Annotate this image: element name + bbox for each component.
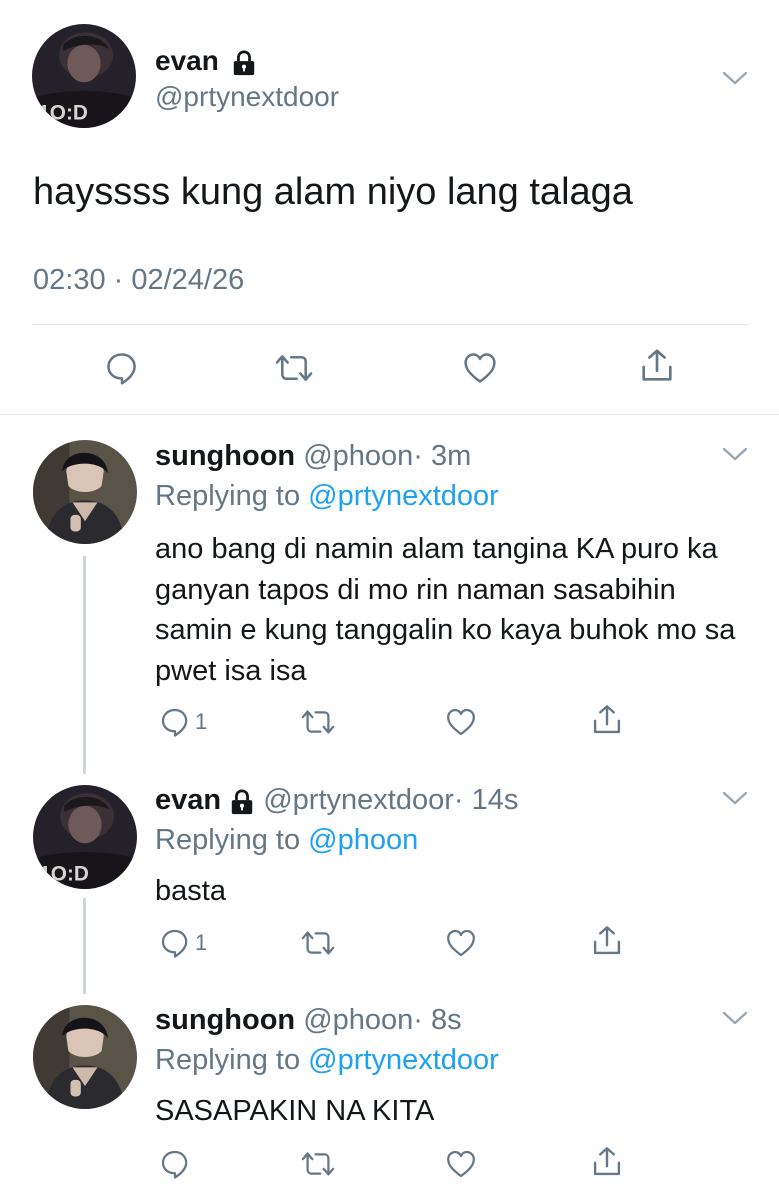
replying-label: Replying to <box>155 1044 301 1076</box>
divider <box>0 414 779 415</box>
reply-author-name[interactable]: sunghoon <box>155 1004 295 1036</box>
reply-button[interactable] <box>104 351 140 385</box>
replying-to-line: Replying to @prtynextdoor <box>155 1042 499 1078</box>
avatar[interactable] <box>33 440 137 544</box>
share-upload-icon <box>638 347 676 385</box>
replying-to-line: Replying to @phoon <box>155 822 418 858</box>
heart-icon <box>444 706 478 738</box>
chevron-down-icon[interactable] <box>722 1010 748 1026</box>
share-button[interactable] <box>590 1145 624 1179</box>
replying-to-link[interactable]: @phoon <box>308 824 418 856</box>
retweet-button[interactable] <box>300 1147 336 1181</box>
retweet-arrows-icon <box>300 706 336 738</box>
retweet-arrows-icon <box>274 350 314 386</box>
reply-author-handle[interactable]: @prtynextdoor <box>263 784 454 816</box>
share-button[interactable] <box>590 703 624 737</box>
retweet-arrows-icon <box>300 1148 336 1180</box>
share-button[interactable] <box>590 924 624 958</box>
like-button[interactable] <box>461 351 499 385</box>
heart-icon <box>461 350 499 386</box>
reply-button[interactable]: 1 <box>159 926 207 960</box>
lock-icon <box>229 788 255 814</box>
avatar[interactable] <box>33 785 137 889</box>
share-button[interactable] <box>638 349 676 383</box>
reply-author-handle[interactable]: @phoon <box>303 440 413 472</box>
author-handle[interactable]: @prtynextdoor <box>155 80 339 114</box>
heart-icon <box>444 1148 478 1180</box>
speech-bubble-icon <box>104 350 140 386</box>
speech-bubble-icon <box>159 927 191 959</box>
like-button[interactable] <box>444 1147 478 1181</box>
author-name-row: evan <box>155 44 257 78</box>
lock-icon <box>231 50 257 76</box>
thread-line <box>83 556 86 774</box>
reply-text: SASAPAKIN NA KITA <box>155 1095 435 1127</box>
share-upload-icon <box>590 924 624 958</box>
replying-to-line: Replying to @prtynextdoor <box>155 478 499 514</box>
retweet-button[interactable] <box>300 705 336 739</box>
reply-count: 1 <box>195 930 208 955</box>
author-name[interactable]: evan <box>155 45 219 76</box>
reply-count: 1 <box>195 709 208 734</box>
reply-time: · 14s <box>453 784 519 816</box>
thread-line <box>83 898 86 994</box>
replying-to-link[interactable]: @prtynextdoor <box>308 1044 499 1076</box>
replying-label: Replying to <box>155 824 301 856</box>
reply-author-name[interactable]: evan <box>155 784 221 816</box>
reply-time: · 8s <box>413 1004 462 1036</box>
reply-button[interactable]: 1 <box>159 705 207 739</box>
heart-icon <box>444 927 478 959</box>
reply-author-name[interactable]: sunghoon <box>155 440 295 472</box>
like-button[interactable] <box>444 926 478 960</box>
speech-bubble-icon <box>159 706 191 738</box>
share-upload-icon <box>590 703 624 737</box>
speech-bubble-icon <box>159 1148 191 1180</box>
retweet-button[interactable] <box>274 351 314 385</box>
reply-author-handle[interactable]: @phoon <box>303 1004 413 1036</box>
chevron-down-icon[interactable] <box>722 446 748 462</box>
chevron-down-icon[interactable] <box>722 70 748 86</box>
like-button[interactable] <box>444 705 478 739</box>
reply-time: · 3m <box>413 440 472 472</box>
share-upload-icon <box>590 1145 624 1179</box>
tweet-timestamp: 02:30 · 02/24/26 <box>33 264 245 296</box>
reply-header: sunghoon @phoon· 8s <box>155 1002 462 1038</box>
replying-to-link[interactable]: @prtynextdoor <box>308 480 499 512</box>
retweet-arrows-icon <box>300 927 336 959</box>
retweet-button[interactable] <box>300 926 336 960</box>
divider <box>32 324 748 325</box>
avatar[interactable] <box>32 24 136 128</box>
chevron-down-icon[interactable] <box>722 790 748 806</box>
avatar[interactable] <box>33 1005 137 1109</box>
tweet-text: hayssss kung alam niyo lang talaga <box>33 171 633 213</box>
replying-label: Replying to <box>155 480 301 512</box>
reply-text: basta <box>155 875 226 907</box>
reply-header: evan @prtynextdoor· 14s <box>155 782 518 818</box>
reply-header: sunghoon @phoon· 3m <box>155 438 471 474</box>
reply-button[interactable] <box>159 1147 195 1181</box>
reply-text: ano bang di namin alam tangina KA puro k… <box>155 533 736 687</box>
